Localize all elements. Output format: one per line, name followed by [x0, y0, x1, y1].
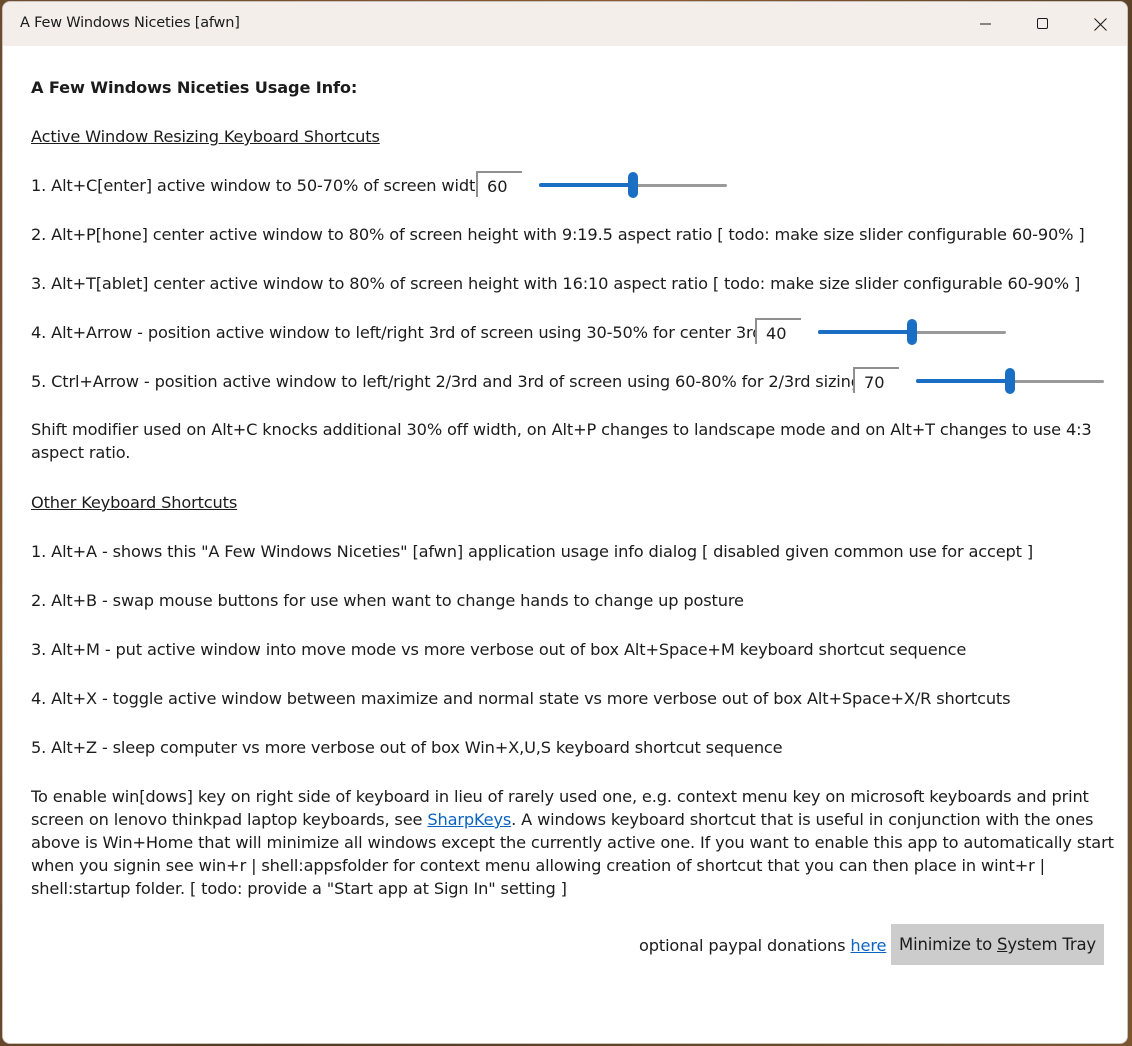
- ctrl-arrow-sizing-slider[interactable]: [916, 366, 1104, 396]
- shortcut-alt-c-text: 1. Alt+C[enter] active window to 50-70% …: [31, 176, 486, 195]
- page-title: A Few Windows Niceties Usage Info:: [31, 78, 358, 97]
- button-label-start: Minimize to: [899, 935, 998, 954]
- button-access-key: S: [997, 935, 1008, 954]
- shortcut-ctrl-arrow-text: 5. Ctrl+Arrow - position active window t…: [31, 372, 861, 391]
- alt-c-width-slider[interactable]: [539, 170, 727, 200]
- other-section-title: Other Keyboard Shortcuts: [31, 493, 238, 512]
- shift-modifier-note: Shift modifier used on Alt+C knocks addi…: [31, 420, 1092, 462]
- win-key-info-paragraph: To enable win[dows] key on right side of…: [31, 785, 1115, 900]
- usage-info-content: A Few Windows Niceties Usage Info: Activ…: [3, 46, 1127, 1043]
- minimize-window-button[interactable]: [958, 2, 1014, 46]
- shortcut-alt-m-text: 3. Alt+M - put active window into move m…: [31, 640, 967, 659]
- shortcut-alt-a-text: 1. Alt+A - shows this "A Few Windows Nic…: [31, 542, 1034, 561]
- alt-c-width-value-box[interactable]: 60: [476, 171, 522, 197]
- shortcut-alt-arrow-text: 4. Alt+Arrow - position active window to…: [31, 323, 763, 342]
- shortcut-alt-b-text: 2. Alt+B - swap mouse buttons for use wh…: [31, 591, 744, 610]
- donation-line: optional paypal donations here: [639, 936, 886, 955]
- shortcut-alt-p-text: 2. Alt+P[hone] center active window to 8…: [31, 225, 1085, 244]
- resizing-section-title: Active Window Resizing Keyboard Shortcut…: [31, 127, 380, 146]
- shortcut-alt-x-text: 4. Alt+X - toggle active window between …: [31, 689, 1011, 708]
- slider-thumb[interactable]: [628, 172, 638, 198]
- alt-arrow-center-slider[interactable]: [818, 317, 1006, 347]
- maximize-icon: [1037, 18, 1048, 29]
- shortcut-alt-z-text: 5. Alt+Z - sleep computer vs more verbos…: [31, 738, 783, 757]
- minimize-icon: [980, 23, 991, 25]
- slider-fill: [818, 330, 912, 334]
- donation-link[interactable]: here: [850, 936, 886, 955]
- slider-thumb[interactable]: [1005, 368, 1015, 394]
- slider-fill: [916, 379, 1010, 383]
- title-bar[interactable]: A Few Windows Niceties [afwn]: [3, 2, 1127, 46]
- slider-fill: [539, 183, 633, 187]
- alt-arrow-center-value-box[interactable]: 40: [755, 318, 801, 344]
- maximize-window-button[interactable]: [1015, 2, 1071, 46]
- app-window: A Few Windows Niceties [afwn] A Few Wind…: [2, 1, 1128, 1044]
- button-label-end: ystem Tray: [1007, 935, 1096, 954]
- ctrl-arrow-sizing-value-box[interactable]: 70: [853, 367, 899, 393]
- close-icon: [1093, 17, 1107, 31]
- minimize-to-system-tray-button[interactable]: Minimize to System Tray: [891, 924, 1104, 965]
- shortcut-alt-t-text: 3. Alt+T[ablet] center active window to …: [31, 274, 1081, 293]
- donation-text: optional paypal donations: [639, 936, 851, 955]
- window-title: A Few Windows Niceties [afwn]: [20, 15, 240, 31]
- close-window-button[interactable]: [1072, 2, 1127, 46]
- sharpkeys-link[interactable]: SharpKeys: [427, 810, 511, 829]
- slider-thumb[interactable]: [907, 319, 917, 345]
